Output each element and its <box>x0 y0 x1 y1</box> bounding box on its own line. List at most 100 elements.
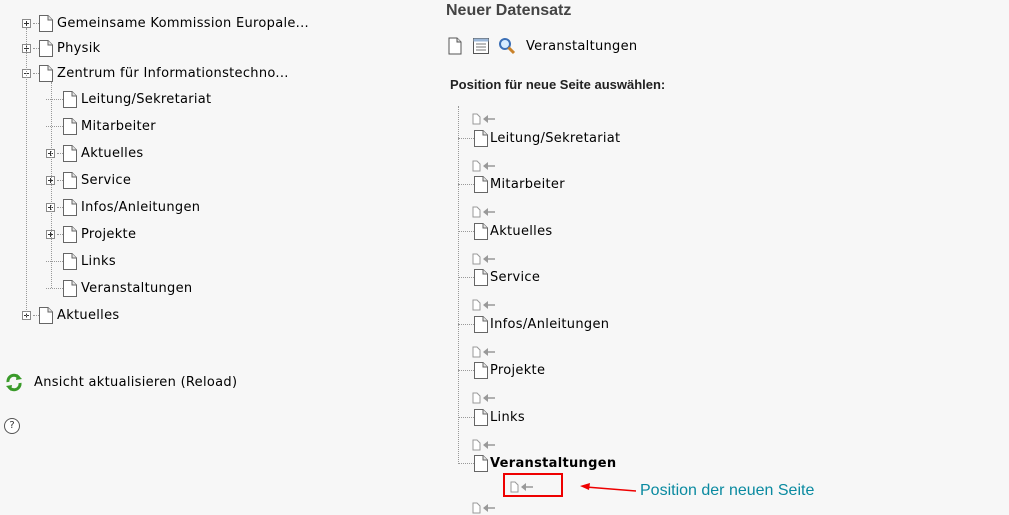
page-icon[interactable] <box>63 279 77 297</box>
search-icon[interactable] <box>498 37 516 55</box>
tree-connector <box>46 98 63 100</box>
position-page-item: Links <box>458 407 525 427</box>
insert-position-icon[interactable] <box>472 205 496 219</box>
tree-item[interactable]: Projekte <box>46 224 136 244</box>
position-page-item: Aktuelles <box>458 221 552 241</box>
tree-line <box>458 106 459 462</box>
tree-line <box>26 28 27 318</box>
position-page-label: Projekte <box>490 363 546 378</box>
page-icon <box>474 455 488 472</box>
position-heading: Position für neue Seite auswählen: <box>450 77 666 92</box>
page-icon <box>474 269 488 286</box>
annotation-label: Position der neuen Seite <box>640 482 815 499</box>
reload-link[interactable]: Ansicht aktualisieren (Reload) <box>4 372 237 392</box>
position-page-item: Service <box>458 268 540 288</box>
expand-icon[interactable] <box>22 18 31 28</box>
tree-connector <box>458 137 474 139</box>
new-page-icon[interactable] <box>446 37 464 55</box>
insert-position-icon[interactable] <box>472 501 496 515</box>
position-page-item: Projekte <box>458 361 545 381</box>
insert-position-icon[interactable] <box>472 298 496 312</box>
position-page-label: Veranstaltungen <box>490 456 617 471</box>
page-icon[interactable] <box>63 198 77 216</box>
page-tree-panel: Gemeinsame Kommission Europale... Physik Z… <box>0 0 440 515</box>
tree-item-label: Links <box>81 253 116 269</box>
tree-connector <box>458 230 474 232</box>
insert-position-icon[interactable] <box>472 391 496 405</box>
tree-item[interactable]: Infos/Anleitungen <box>46 197 200 217</box>
tree-line <box>51 82 52 288</box>
page-icon[interactable] <box>63 117 77 135</box>
tree-item-label: Veranstaltungen <box>81 280 193 296</box>
insert-position-icon[interactable] <box>472 438 496 452</box>
list-view-icon[interactable] <box>472 37 490 55</box>
tree-item[interactable]: Mitarbeiter <box>46 116 156 136</box>
position-page-item: Veranstaltungen <box>458 454 616 474</box>
position-page-label: Leitung/Sekretariat <box>490 130 621 146</box>
page-icon[interactable] <box>63 225 77 243</box>
position-page-label: Infos/Anleitungen <box>490 316 610 332</box>
tree-connector <box>46 260 63 262</box>
tree-item[interactable]: Aktuelles <box>22 305 119 325</box>
tree-item-label: Service <box>81 172 132 188</box>
position-page-item: Leitung/Sekretariat <box>458 128 620 148</box>
tree-item[interactable]: Aktuelles <box>46 143 143 163</box>
page-icon[interactable] <box>63 171 77 189</box>
toolbar-page-label: Veranstaltungen <box>526 38 638 54</box>
page-icon[interactable] <box>63 144 77 162</box>
tree-item-label: Leitung/Sekretariat <box>81 91 212 107</box>
page-icon <box>474 408 488 426</box>
tree-connector <box>458 277 474 278</box>
tree-item[interactable]: Service <box>46 170 131 190</box>
new-record-panel: Neuer Datensatz Veranstaltungen Position… <box>440 0 1009 515</box>
tree-item-label: Physik <box>57 40 101 56</box>
tree-item[interactable]: Leitung/Sekretariat <box>46 89 211 109</box>
position-page-item: Infos/Anleitungen <box>458 314 609 334</box>
tree-item[interactable]: Links <box>46 251 116 271</box>
tree-connector <box>46 287 63 289</box>
reload-label: Ansicht aktualisieren (Reload) <box>34 374 238 390</box>
tree-connector <box>458 370 474 371</box>
tree-item[interactable]: Physik <box>22 38 101 58</box>
position-page-item: Mitarbeiter <box>458 175 565 195</box>
annotation-arrow <box>580 483 636 492</box>
insert-position-icon[interactable] <box>472 345 496 359</box>
reload-icon <box>6 373 22 392</box>
position-page-label: Mitarbeiter <box>490 177 565 192</box>
page-icon[interactable] <box>63 252 77 270</box>
tree-item-label: Gemeinsame Kommission Europale... <box>57 15 309 31</box>
tree-connector <box>458 323 474 325</box>
insert-position-icon[interactable] <box>472 112 496 126</box>
tree-item-label: Projekte <box>81 226 137 242</box>
page-icon[interactable] <box>39 39 53 57</box>
insert-position-icon[interactable] <box>472 159 496 173</box>
tree-connector <box>458 416 474 418</box>
page-icon <box>474 222 488 240</box>
tree-connector <box>458 463 474 464</box>
page-icon <box>474 315 488 333</box>
tree-item-label: Aktuelles <box>81 145 144 161</box>
toolbar: Veranstaltungen <box>446 37 637 55</box>
tree-item-label: Aktuelles <box>57 307 120 323</box>
tree-connector <box>458 184 474 185</box>
insert-position-icon[interactable] <box>472 252 496 266</box>
highlight-box <box>503 473 563 497</box>
page-icon[interactable] <box>39 306 53 324</box>
position-page-label: Service <box>490 270 541 285</box>
tree-item[interactable]: Gemeinsame Kommission Europale... <box>22 13 309 33</box>
tree-item-label: Infos/Anleitungen <box>81 199 201 215</box>
page-title: Neuer Datensatz <box>446 2 572 19</box>
tree-item[interactable]: Veranstaltungen <box>46 278 192 298</box>
page-icon <box>474 129 488 147</box>
page-icon[interactable] <box>39 64 53 82</box>
page-icon[interactable] <box>39 14 53 32</box>
tree-item-label: Mitarbeiter <box>81 118 156 134</box>
tree-item-label: Zentrum für Informationstechno... <box>57 65 289 81</box>
page-icon <box>474 362 488 379</box>
page-icon[interactable] <box>63 90 77 108</box>
position-page-label: Links <box>490 409 525 425</box>
page-icon <box>474 176 488 193</box>
tree-item[interactable]: Zentrum für Informationstechno... <box>22 63 289 83</box>
help-icon[interactable]: ? <box>4 418 20 434</box>
position-page-label: Aktuelles <box>490 223 553 239</box>
